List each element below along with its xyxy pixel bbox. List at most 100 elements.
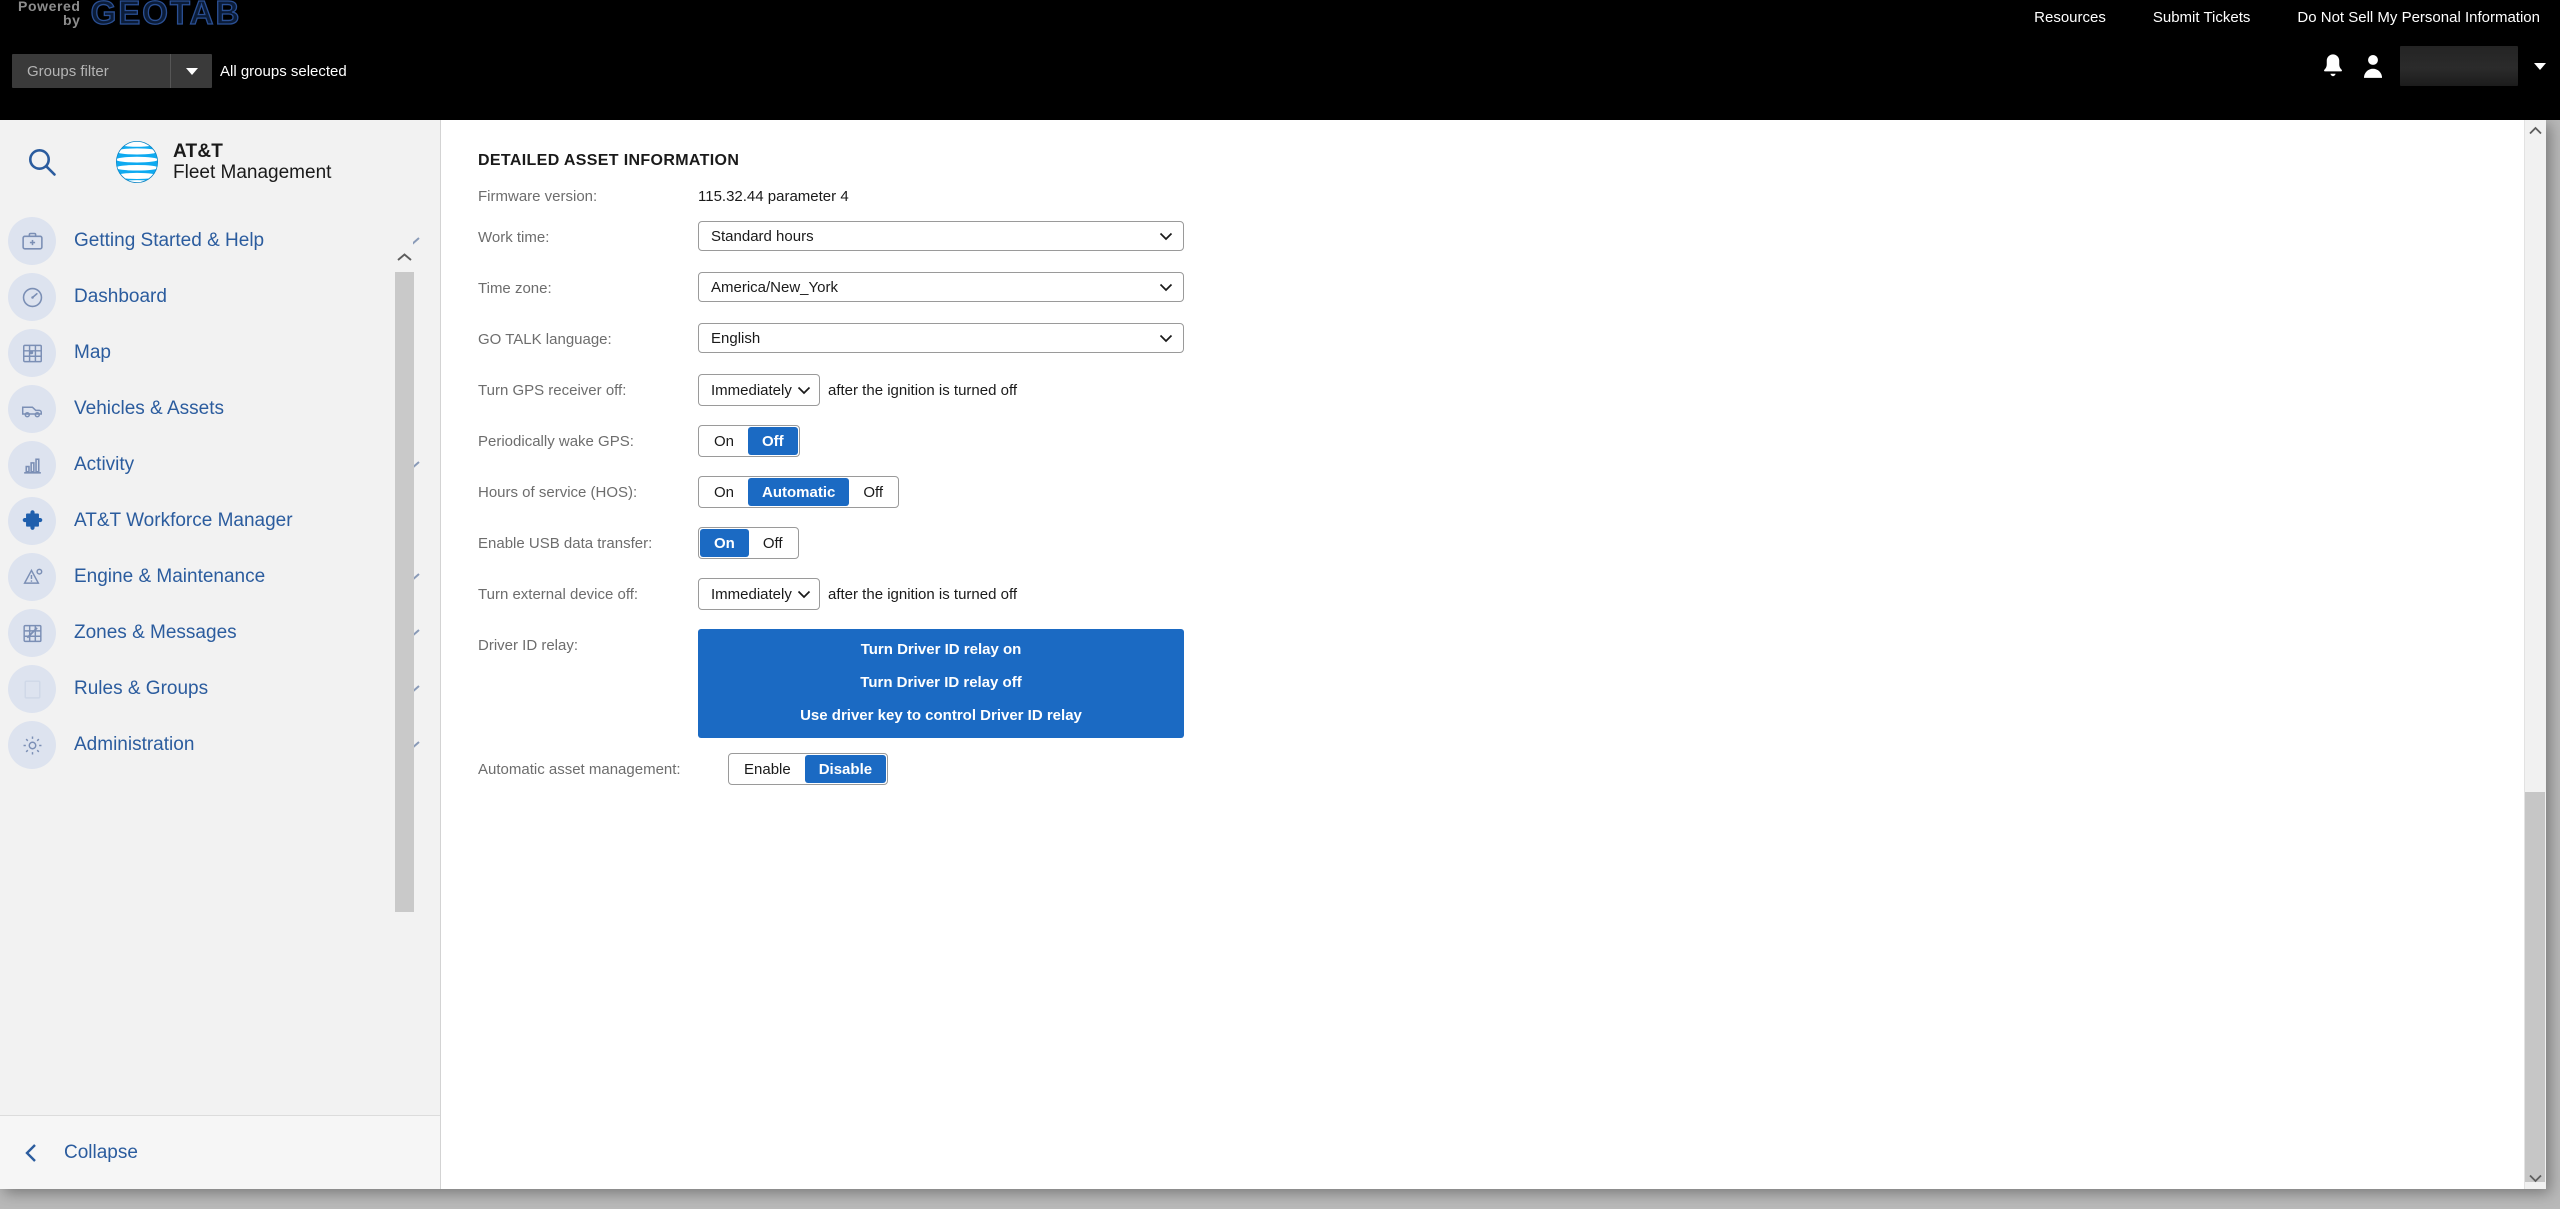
page-scrollbar-thumb[interactable] <box>2525 792 2545 1182</box>
groups-filter-caret[interactable] <box>170 54 212 88</box>
powered-by-geotab-logo: Powered by GEOTAB <box>18 0 241 36</box>
sidebar-item-label: AT&T Workforce Manager <box>74 510 293 531</box>
left-sidebar: AT&T Fleet Management Getting Started & … <box>0 120 441 1189</box>
row-label: Turn external device off: <box>478 586 639 603</box>
sidebar-item-label: Administration <box>74 734 195 755</box>
engine-warning-icon <box>8 553 56 601</box>
sidebar-scroll-up-button[interactable] <box>395 248 414 267</box>
periodically-wake-gps-toggle[interactable]: On Off <box>698 425 800 457</box>
turn-gps-receiver-off-value: Immediately <box>711 381 792 399</box>
gear-icon <box>8 721 56 769</box>
go-talk-language-select[interactable]: English <box>698 323 1184 353</box>
toggle-option-enable[interactable]: Enable <box>730 755 805 783</box>
hours-of-service-toggle[interactable]: On Automatic Off <box>698 476 900 508</box>
sidebar-item-activity[interactable]: Activity <box>0 437 440 493</box>
chevron-down-icon <box>1159 232 1173 241</box>
turn-external-device-off-select[interactable]: Immediately <box>698 578 820 610</box>
user-menu-chevron-down-icon[interactable] <box>2534 62 2546 70</box>
by-word: by <box>63 12 81 28</box>
sidebar-header: AT&T Fleet Management <box>0 120 440 203</box>
form-row-go-talk-language: GO TALK language: English <box>442 323 2502 373</box>
sidebar-item-administration[interactable]: Administration <box>0 717 440 773</box>
form-row-driver-id-relay: Driver ID relay: Turn Driver ID relay on… <box>442 629 2502 739</box>
row-label: Periodically wake GPS: <box>478 433 634 450</box>
geotab-wordmark: GEOTAB <box>90 0 242 31</box>
sidebar-item-zones-messages[interactable]: Zones & Messages <box>0 605 440 661</box>
user-avatar-icon[interactable] <box>2360 52 2386 80</box>
toggle-option-off[interactable]: Off <box>748 529 797 557</box>
sidebar-item-rules-groups[interactable]: Rules & Groups <box>0 661 440 717</box>
work-time-select[interactable]: Standard hours <box>698 221 1184 251</box>
resources-link[interactable]: Resources <box>2034 9 2106 26</box>
row-label: Enable USB data transfer: <box>478 535 653 552</box>
briefcase-help-icon <box>8 217 56 265</box>
sidebar-item-dashboard[interactable]: Dashboard <box>0 269 440 325</box>
sidebar-item-label: Activity <box>74 454 135 475</box>
turn-driver-id-relay-off-option[interactable]: Turn Driver ID relay off <box>860 674 1021 691</box>
detailed-asset-information-form: Firmware version: 115.32.44 parameter 4 … <box>442 180 2502 804</box>
brand-name: AT&T <box>173 140 224 162</box>
att-fleet-management-brand: AT&T Fleet Management <box>114 139 331 185</box>
sidebar-item-label: Getting Started & Help <box>74 230 265 251</box>
row-label: Firmware version: <box>478 188 598 205</box>
enable-usb-data-transfer-toggle[interactable]: On Off <box>698 527 799 559</box>
map-icon <box>8 329 56 377</box>
turn-gps-receiver-off-select[interactable]: Immediately <box>698 374 820 406</box>
all-groups-selected-label: All groups selected <box>220 62 347 80</box>
submit-tickets-link[interactable]: Submit Tickets <box>2153 9 2251 26</box>
bar-chart-icon <box>8 441 56 489</box>
row-label: Automatic asset management: <box>478 761 681 778</box>
sidebar-item-label: Vehicles & Assets <box>74 398 224 419</box>
sidebar-item-att-workforce-manager[interactable]: AT&T Workforce Manager <box>0 493 440 549</box>
sidebar-scrollbar-thumb[interactable] <box>395 272 414 912</box>
row-label: Hours of service (HOS): <box>478 484 638 501</box>
time-zone-select[interactable]: America/New_York <box>698 272 1184 302</box>
notifications-bell-icon[interactable] <box>2320 52 2346 80</box>
sidebar-item-label: Zones & Messages <box>74 622 237 643</box>
row-label: GO TALK language: <box>478 331 612 348</box>
sidebar-item-map[interactable]: Map <box>0 325 440 381</box>
rules-icon <box>8 665 56 713</box>
user-name-redacted[interactable] <box>2400 46 2518 86</box>
toggle-option-off[interactable]: Off <box>748 427 798 455</box>
sidebar-item-getting-started-help[interactable]: Getting Started & Help <box>0 213 440 269</box>
do-not-sell-link[interactable]: Do Not Sell My Personal Information <box>2297 9 2540 26</box>
sidebar-search-button[interactable] <box>16 136 68 188</box>
sidebar-item-label: Dashboard <box>74 286 167 307</box>
firmware-version-value: 115.32.44 parameter 4 <box>698 188 849 205</box>
toggle-option-on[interactable]: On <box>700 529 749 557</box>
automatic-asset-management-toggle[interactable]: Enable Disable <box>728 753 889 785</box>
form-row-automatic-asset-management: Automatic asset management: Enable Disab… <box>442 753 2502 803</box>
toggle-option-on[interactable]: On <box>700 427 749 455</box>
form-row-enable-usb-data-transfer: Enable USB data transfer: On Off <box>442 527 2502 577</box>
form-row-firmware-version: Firmware version: 115.32.44 parameter 4 <box>442 180 2502 220</box>
toggle-option-off[interactable]: Off <box>849 478 898 506</box>
sidebar-item-engine-maintenance[interactable]: Engine & Maintenance <box>0 549 440 605</box>
page-scroll-down-button[interactable] <box>2524 1167 2546 1189</box>
page-title: DETAILED ASSET INFORMATION <box>478 152 740 169</box>
form-row-turn-gps-receiver-off: Turn GPS receiver off: Immediately after… <box>442 374 2502 424</box>
sidebar-nav-list: Getting Started & Help Dashboard Map Veh… <box>0 203 440 773</box>
turn-driver-id-relay-on-option[interactable]: Turn Driver ID relay on <box>861 641 1022 658</box>
search-icon <box>29 148 56 176</box>
collapse-label: Collapse <box>64 1141 138 1163</box>
toggle-option-on[interactable]: On <box>700 478 749 506</box>
page-scroll-up-button[interactable] <box>2524 120 2546 142</box>
toggle-option-disable[interactable]: Disable <box>804 755 887 783</box>
form-row-work-time: Work time: Standard hours <box>442 221 2502 271</box>
att-globe-icon <box>116 140 158 183</box>
groups-filter-dropdown[interactable]: Groups filter <box>12 54 212 88</box>
sidebar-item-vehicles-assets[interactable]: Vehicles & Assets <box>0 381 440 437</box>
chevron-down-icon <box>797 386 811 395</box>
chevron-down-icon <box>1159 334 1173 343</box>
chevron-down-icon <box>2528 1174 2542 1183</box>
gauge-icon <box>8 273 56 321</box>
form-row-hours-of-service: Hours of service (HOS): On Automatic Off <box>442 476 2502 526</box>
time-zone-value: America/New_York <box>711 278 838 296</box>
page-scrollbar-track[interactable] <box>2524 120 2546 1189</box>
use-driver-key-option[interactable]: Use driver key to control Driver ID rela… <box>800 707 1082 724</box>
sidebar-collapse-button[interactable]: Collapse <box>0 1115 440 1189</box>
sidebar-item-label: Rules & Groups <box>74 678 209 699</box>
gps-suffix-text: after the ignition is turned off <box>828 381 1018 399</box>
toggle-option-automatic[interactable]: Automatic <box>748 478 850 506</box>
